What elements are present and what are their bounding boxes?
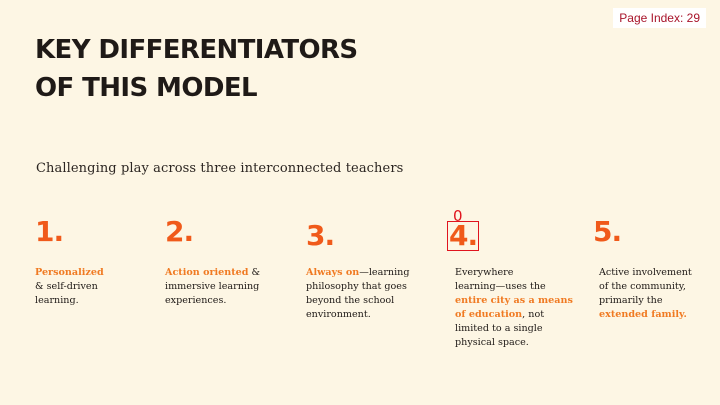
differentiator-number: 3.	[306, 218, 335, 254]
differentiator-number-text: 5.	[593, 215, 622, 248]
page-title-line-1: KEY DIFFERENTIATORS	[35, 35, 358, 65]
differentiator-number: 5.	[593, 214, 622, 250]
highlighted-text: Action oriented	[165, 267, 249, 278]
differentiator-number-text: 2.	[165, 215, 194, 248]
differentiator-number: 0 4.	[447, 209, 479, 254]
highlighted-text: Always on	[306, 267, 360, 278]
page-title: KEY DIFFERENTIATORS OF THIS MODEL	[35, 31, 358, 107]
differentiator-number: 2.	[165, 214, 194, 250]
differentiator-description: Active involvement of the community, prima…	[599, 266, 718, 322]
description-text: & self-driven learning.	[35, 281, 98, 306]
highlighted-text: entire city as a means of education	[455, 295, 573, 320]
page-subtitle: Challenging play across three interconne…	[36, 161, 404, 176]
highlighted-text: Personalized	[35, 267, 104, 278]
description-text: Active involvement of the community, prima…	[599, 267, 692, 306]
differentiator-description: Personalized & self-driven learning.	[35, 266, 160, 308]
highlighted-text: extended family.	[599, 309, 687, 320]
differentiator-description: Action oriented & immersive learning exper…	[165, 266, 290, 308]
differentiator-3: 3. Always on—learning philosophy that goe…	[306, 214, 431, 322]
page-title-line-2: OF THIS MODEL	[35, 73, 258, 103]
differentiator-5: 5. Active involvement of the community, pr…	[593, 214, 718, 322]
differentiator-number-text: 1.	[35, 215, 64, 248]
differentiator-number-text: 3.	[306, 219, 335, 252]
annotation-box: 0	[447, 209, 479, 251]
differentiator-number: 1.	[35, 214, 64, 250]
description-text: Everywhere learning—uses the	[455, 267, 546, 292]
differentiator-4: 0 4. Everywhere learning—uses the entire c…	[447, 209, 574, 350]
differentiator-description: Everywhere learning—uses the entire city a…	[455, 266, 574, 350]
annotation-box-label: 0	[453, 207, 462, 225]
differentiator-description: Always on—learning philosophy that goes be…	[306, 266, 431, 322]
differentiator-1: 1. Personalized & self-driven learning.	[35, 214, 160, 308]
differentiator-2: 2. Action oriented & immersive learning ex…	[165, 214, 290, 308]
page-index-badge: Page Index: 29	[613, 8, 706, 28]
